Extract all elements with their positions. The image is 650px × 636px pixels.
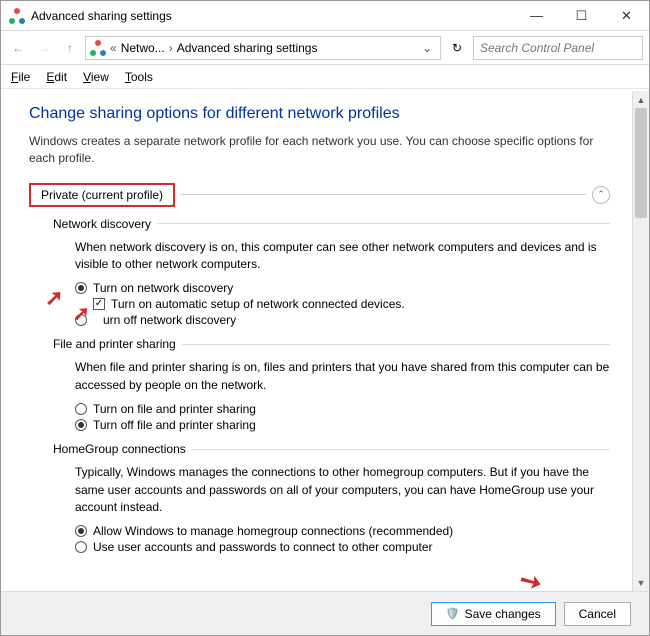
option-label: Turn off file and printer sharing — [93, 418, 256, 432]
cancel-button[interactable]: Cancel — [564, 602, 631, 626]
scroll-down-icon[interactable]: ▼ — [633, 574, 649, 591]
chevron-right-icon: « — [110, 41, 117, 55]
nav-bar: ← → ↑ « Netwo... › Advanced sharing sett… — [1, 31, 649, 65]
option-label: Turn on network discovery — [93, 281, 233, 295]
radio-icon — [75, 525, 87, 537]
radio-fps-on[interactable]: Turn on file and printer sharing — [75, 402, 610, 416]
content-area: Change sharing options for different net… — [1, 91, 632, 591]
refresh-button[interactable]: ↻ — [445, 36, 469, 60]
radio-icon — [75, 541, 87, 553]
close-button[interactable]: ✕ — [604, 1, 649, 31]
save-changes-button[interactable]: 🛡️ Save changes — [431, 602, 556, 626]
page-description: Windows creates a separate network profi… — [29, 133, 610, 167]
window-title: Advanced sharing settings — [31, 9, 514, 23]
control-panel-icon — [90, 40, 106, 56]
option-label: urn off network discovery — [103, 313, 236, 327]
breadcrumb[interactable]: « Netwo... › Advanced sharing settings ⌄ — [85, 36, 441, 60]
section-file-printer-sharing: File and printer sharing When file and p… — [53, 337, 610, 432]
radio-hg-allow[interactable]: Allow Windows to manage homegroup connec… — [75, 524, 610, 538]
radio-icon — [75, 314, 87, 326]
profile-name: Private (current profile) — [29, 183, 175, 207]
back-button[interactable]: ← — [7, 37, 29, 59]
scroll-up-icon[interactable]: ▲ — [633, 91, 649, 108]
chevron-right-icon: › — [169, 41, 173, 55]
button-label: Save changes — [465, 607, 541, 621]
section-description: Typically, Windows manages the connectio… — [75, 464, 610, 516]
button-label: Cancel — [579, 607, 616, 621]
profile-header: Private (current profile) ⌃ — [29, 183, 610, 207]
section-title: HomeGroup connections — [53, 442, 186, 456]
section-description: When file and printer sharing is on, fil… — [75, 359, 610, 394]
radio-netdisc-on[interactable]: Turn on network discovery — [75, 281, 610, 295]
forward-button[interactable]: → — [33, 37, 55, 59]
radio-icon — [75, 419, 87, 431]
radio-icon — [75, 282, 87, 294]
section-title: File and printer sharing — [53, 337, 176, 351]
breadcrumb-item[interactable]: Advanced sharing settings — [177, 41, 318, 55]
breadcrumb-dropdown[interactable]: ⌄ — [418, 41, 436, 55]
section-title: Network discovery — [53, 217, 151, 231]
menu-file[interactable]: File — [11, 70, 30, 84]
breadcrumb-item[interactable]: Netwo... — [121, 41, 165, 55]
menu-bar: File Edit View Tools — [1, 65, 649, 89]
control-panel-icon — [9, 8, 25, 24]
menu-view[interactable]: View — [83, 70, 109, 84]
title-bar: Advanced sharing settings — ☐ ✕ — [1, 1, 649, 31]
checkbox-icon: ✓ — [93, 298, 105, 310]
minimize-button[interactable]: — — [514, 1, 559, 31]
maximize-button[interactable]: ☐ — [559, 1, 604, 31]
checkbox-auto-setup[interactable]: ✓ Turn on automatic setup of network con… — [93, 297, 610, 311]
radio-hg-user[interactable]: Use user accounts and passwords to conne… — [75, 540, 610, 554]
option-label: Turn on file and printer sharing — [93, 402, 256, 416]
radio-icon — [75, 403, 87, 415]
scroll-thumb[interactable] — [635, 108, 647, 218]
option-label: Use user accounts and passwords to conne… — [93, 540, 433, 554]
vertical-scrollbar[interactable]: ▲ ▼ — [632, 91, 649, 591]
annotation-arrow-icon: ➚ — [45, 285, 63, 311]
radio-netdisc-off[interactable]: ➚ urn off network discovery — [75, 313, 610, 327]
up-button[interactable]: ↑ — [59, 37, 81, 59]
collapse-button[interactable]: ⌃ — [592, 186, 610, 204]
section-network-discovery: Network discovery When network discovery… — [53, 217, 610, 328]
option-label: Allow Windows to manage homegroup connec… — [93, 524, 453, 538]
search-input[interactable] — [473, 36, 643, 60]
shield-icon: 🛡️ — [446, 607, 460, 620]
menu-tools[interactable]: Tools — [125, 70, 153, 84]
page-title: Change sharing options for different net… — [29, 105, 610, 123]
menu-edit[interactable]: Edit — [46, 70, 67, 84]
option-label: Turn on automatic setup of network conne… — [111, 297, 405, 311]
radio-fps-off[interactable]: Turn off file and printer sharing — [75, 418, 610, 432]
section-description: When network discovery is on, this compu… — [75, 239, 610, 274]
section-homegroup: HomeGroup connections Typically, Windows… — [53, 442, 610, 554]
footer-bar: 🛡️ Save changes Cancel — [1, 591, 649, 635]
annotation-arrow-icon: ➚ — [512, 564, 550, 591]
